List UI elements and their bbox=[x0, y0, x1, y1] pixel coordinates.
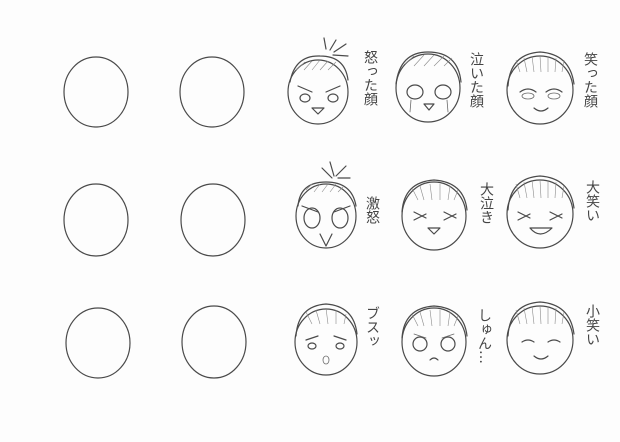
label-angry: 怒った顔 bbox=[362, 50, 378, 106]
label-rage: 激怒 bbox=[364, 195, 380, 224]
label-sobbing: 大泣き bbox=[478, 182, 494, 224]
face-sobbing bbox=[401, 179, 468, 251]
face-laughing bbox=[506, 51, 575, 125]
blank-circle-r1-c2 bbox=[179, 56, 245, 128]
sketch-canvas: 怒った顔 泣いた顔 笑った顔 激怒 大泣き 大笑い ブスッ しゅん… 小笑い bbox=[63, 37, 600, 379]
label-laughing: 笑った顔 bbox=[582, 52, 598, 108]
face-smile bbox=[506, 301, 575, 375]
face-rage bbox=[295, 161, 357, 249]
label-big-laugh: 大笑い bbox=[584, 180, 600, 222]
label-crying: 泣いた顔 bbox=[468, 52, 484, 108]
face-crying bbox=[395, 51, 462, 123]
blank-circle-r3-c2 bbox=[181, 305, 247, 379]
blank-circle-r2-c1 bbox=[63, 183, 129, 257]
face-pout bbox=[294, 303, 358, 376]
face-big-laugh bbox=[506, 175, 575, 249]
blank-circles bbox=[63, 56, 247, 379]
label-smile: 小笑い bbox=[584, 304, 600, 346]
face-sniffle bbox=[401, 305, 468, 377]
label-sniffle: しゅん… bbox=[476, 308, 492, 364]
blank-circle-r1-c1 bbox=[63, 56, 129, 128]
blank-circle-r3-c1 bbox=[65, 307, 131, 379]
blank-circle-r2-c2 bbox=[180, 183, 246, 257]
face-angry bbox=[287, 37, 349, 125]
label-pout: ブスッ bbox=[364, 306, 380, 348]
sketch-sheet: 怒った顔 泣いた顔 笑った顔 激怒 大泣き 大笑い ブスッ しゅん… 小笑い bbox=[0, 0, 620, 442]
